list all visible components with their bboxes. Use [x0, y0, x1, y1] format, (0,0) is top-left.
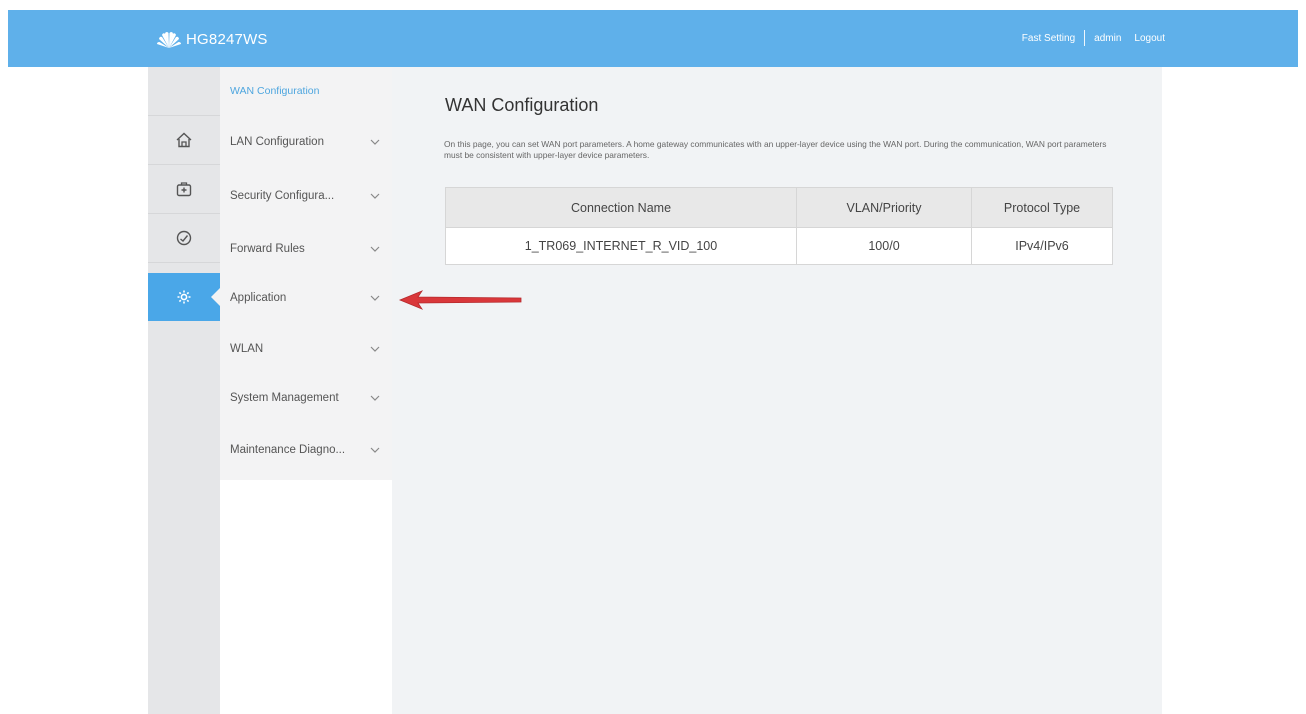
menu-item-label: LAN Configuration: [230, 136, 324, 148]
menu-item-wlan[interactable]: WLAN: [220, 324, 392, 374]
chevron-down-icon[interactable]: [370, 245, 382, 253]
fast-setting-link[interactable]: Fast Setting: [1022, 33, 1075, 44]
chevron-down-icon[interactable]: [370, 345, 382, 353]
divider: [1084, 30, 1086, 46]
rail-spacer: [148, 67, 220, 116]
rail-item-advanced[interactable]: [148, 273, 220, 321]
huawei-logo-icon: [157, 32, 181, 48]
top-links: Fast Setting admin Logout: [1022, 30, 1165, 46]
rail-item-status[interactable]: [148, 214, 220, 263]
home-icon: [176, 132, 192, 148]
wan-table: Connection Name VLAN/Priority Protocol T…: [445, 187, 1113, 265]
connection-name-cell[interactable]: 1_TR069_INTERNET_R_VID_100: [445, 227, 797, 265]
rail-item-tools[interactable]: [148, 165, 220, 214]
gear-icon: [177, 290, 191, 304]
menu-item-label: System Management: [230, 392, 339, 404]
menu-item-wan-configuration[interactable]: WAN Configuration: [220, 67, 392, 115]
annotation-arrow: [398, 290, 522, 310]
menu-item-lan-configuration[interactable]: LAN Configuration: [220, 117, 392, 167]
menu-item-label: WLAN: [230, 343, 264, 355]
page-description: On this page, you can set WAN port param…: [444, 139, 1107, 160]
user-link[interactable]: admin: [1094, 33, 1121, 44]
rail-item-home[interactable]: [148, 116, 220, 165]
side-menu: WAN Configuration LAN Configuration Securi…: [220, 67, 392, 714]
brand-logo: HG8247WS: [156, 27, 268, 51]
menu-item-label: Maintenance Diagno...: [230, 444, 346, 456]
chevron-down-icon[interactable]: [370, 138, 382, 146]
column-header: Protocol Type: [971, 187, 1113, 228]
menu-item-label: Security Configura...: [230, 190, 335, 202]
table-row[interactable]: 1_TR069_INTERNET_R_VID_100 100/0 IPv4/IP…: [445, 227, 1113, 265]
menu-item-label: WAN Configuration: [230, 85, 320, 97]
chevron-down-icon[interactable]: [370, 294, 382, 302]
column-header: Connection Name: [445, 187, 797, 228]
menu-item-label: Forward Rules: [230, 243, 305, 255]
menu-item-label: Application: [230, 292, 287, 304]
chevron-down-icon[interactable]: [370, 394, 382, 402]
chevron-down-icon[interactable]: [370, 446, 382, 454]
toolbox-icon: [176, 182, 192, 197]
top-bar: HG8247WS Fast Setting admin Logout: [8, 10, 1298, 67]
menu-item-application[interactable]: Application: [220, 273, 392, 323]
menu-item-maintenance-diagno[interactable]: Maintenance Diagno...: [220, 425, 392, 475]
page-title: WAN Configuration: [445, 95, 599, 115]
protocol-type-cell: IPv4/IPv6: [971, 227, 1113, 265]
column-header: VLAN/Priority: [796, 187, 972, 228]
speedometer-icon: [176, 230, 192, 246]
menu-item-system-management[interactable]: System Management: [220, 373, 392, 423]
device-model: HG8247WS: [186, 30, 268, 48]
icon-rail: [148, 67, 220, 714]
table-header-row: Connection Name VLAN/Priority Protocol T…: [445, 187, 1113, 228]
menu-item-security-configura[interactable]: Security Configura...: [220, 171, 392, 221]
chevron-down-icon[interactable]: [370, 192, 382, 200]
vlan-priority-cell: 100/0: [796, 227, 972, 265]
main-content: WAN Configuration On this page, you can …: [392, 67, 1162, 714]
menu-item-forward-rules[interactable]: Forward Rules: [220, 224, 392, 274]
logout-link[interactable]: Logout: [1134, 33, 1165, 44]
